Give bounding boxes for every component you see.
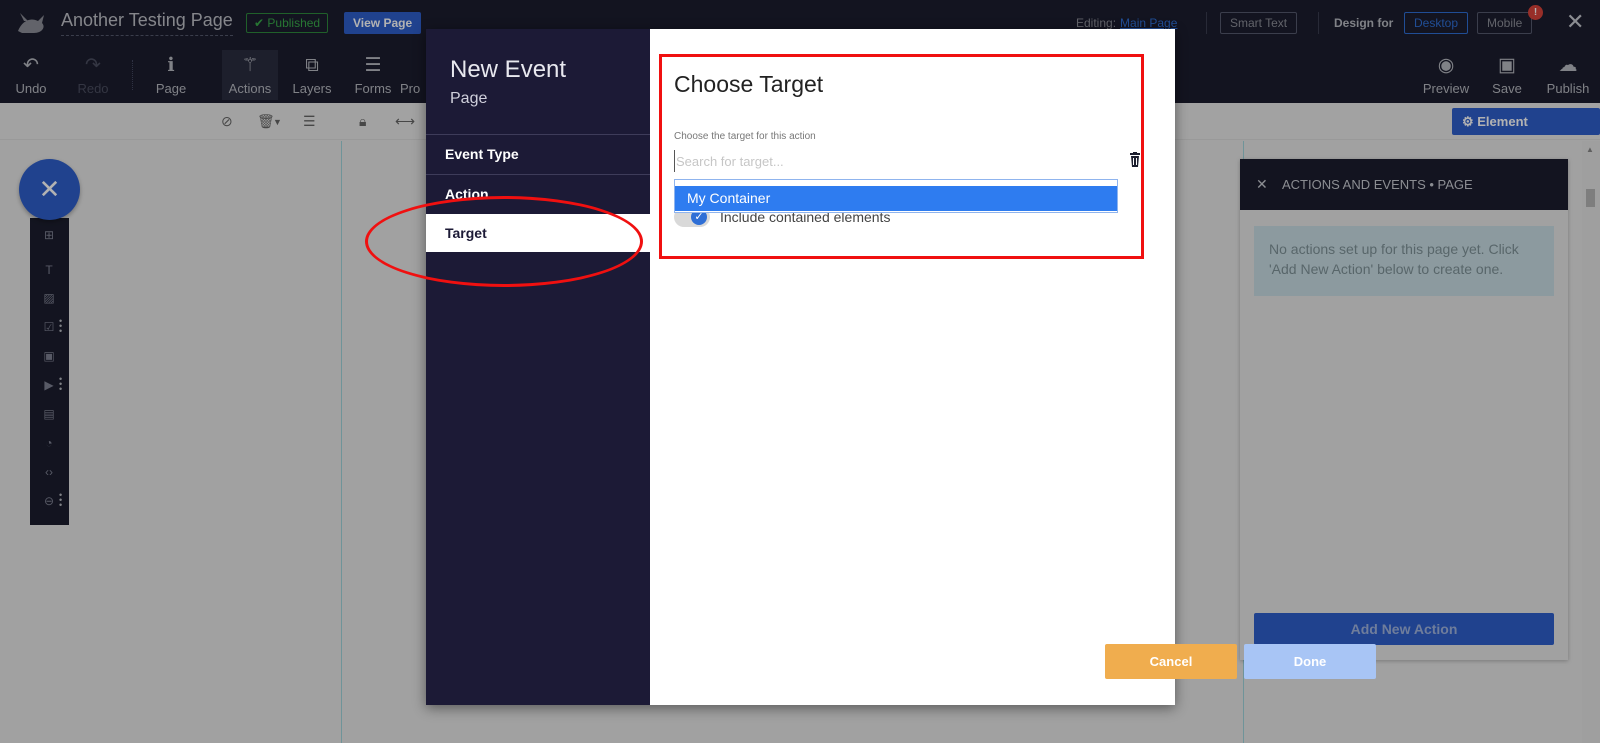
- modal-title: New Event: [450, 56, 567, 83]
- step-event-type[interactable]: Event Type: [426, 134, 650, 172]
- annotation-ellipse: [365, 196, 643, 287]
- modal-sidebar: New Event Page Event Type Action Target: [426, 29, 650, 705]
- cancel-button[interactable]: Cancel: [1105, 644, 1237, 679]
- done-button[interactable]: Done: [1244, 644, 1376, 679]
- modal-content: Choose Target Choose the target for this…: [650, 29, 1376, 705]
- modal-subtitle: Page: [450, 90, 488, 107]
- annotation-highlight-box: [659, 54, 1144, 259]
- new-event-modal: New Event Page Event Type Action Target …: [426, 29, 1376, 705]
